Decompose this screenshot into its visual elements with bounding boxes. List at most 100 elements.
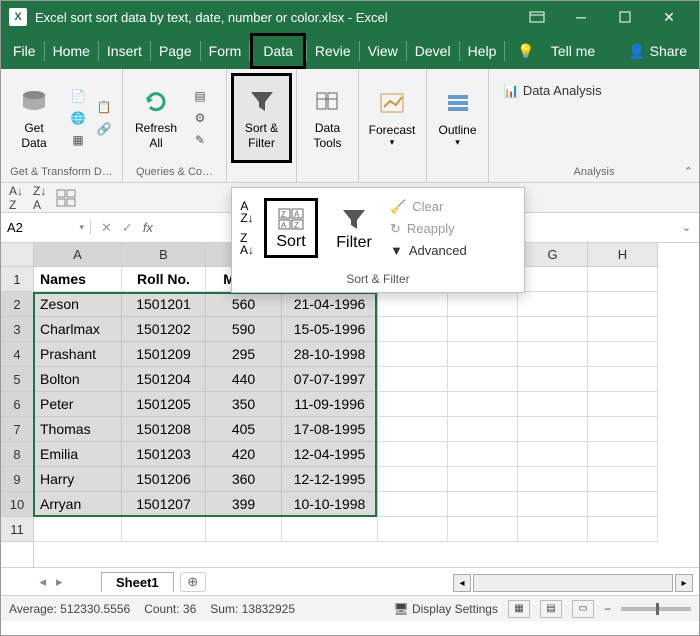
cell[interactable]: 420: [206, 442, 282, 467]
cell[interactable]: 350: [206, 392, 282, 417]
menu-insert[interactable]: Insert: [99, 33, 150, 69]
row-header[interactable]: 8: [1, 442, 33, 467]
cell[interactable]: 1501209: [122, 342, 206, 367]
page-layout-icon[interactable]: ▤: [540, 600, 562, 618]
existing-conn-icon[interactable]: 🔗: [95, 120, 113, 138]
column-header[interactable]: G: [518, 243, 588, 267]
cell[interactable]: 360: [206, 467, 282, 492]
recent-sources-icon[interactable]: 📋: [95, 98, 113, 116]
cell[interactable]: 28-10-1998: [282, 342, 378, 367]
lightbulb-icon[interactable]: 💡: [509, 33, 542, 69]
cell[interactable]: 1501206: [122, 467, 206, 492]
cell[interactable]: 590: [206, 317, 282, 342]
row-header[interactable]: 4: [1, 342, 33, 367]
cell[interactable]: Prashant: [34, 342, 122, 367]
expand-formula-icon[interactable]: ⌄: [682, 221, 699, 234]
cell[interactable]: 07-07-1997: [282, 367, 378, 392]
cell[interactable]: Thomas: [34, 417, 122, 442]
normal-view-icon[interactable]: ▦: [508, 600, 530, 618]
column-header[interactable]: H: [588, 243, 658, 267]
data-analysis-button[interactable]: 📊 Data Analysis: [493, 77, 612, 105]
outline-button[interactable]: Outline▾: [431, 75, 484, 161]
cell[interactable]: Arryan: [34, 492, 122, 517]
cell[interactable]: 1501208: [122, 417, 206, 442]
cell[interactable]: 21-04-1996: [282, 292, 378, 317]
cell[interactable]: Emilia: [34, 442, 122, 467]
data-tools-button[interactable]: Data Tools: [301, 75, 354, 161]
row-header[interactable]: 10: [1, 492, 33, 517]
menu-home[interactable]: Home: [45, 33, 98, 69]
menu-tellme[interactable]: Tell me: [543, 33, 603, 69]
ribbon-options-icon[interactable]: [515, 1, 559, 33]
add-sheet-button[interactable]: ⊕: [180, 572, 206, 592]
cell[interactable]: 399: [206, 492, 282, 517]
cell[interactable]: 17-08-1995: [282, 417, 378, 442]
menu-data[interactable]: Data: [250, 33, 306, 69]
from-text-icon[interactable]: 📄: [69, 87, 87, 105]
row-header[interactable]: 6: [1, 392, 33, 417]
maximize-button[interactable]: [603, 1, 647, 33]
tab-prev-icon[interactable]: ◂: [39, 574, 46, 590]
row-header[interactable]: 11: [1, 517, 33, 542]
cell[interactable]: Zeson: [34, 292, 122, 317]
refresh-all-button[interactable]: Refresh All: [127, 75, 185, 161]
cell[interactable]: Bolton: [34, 367, 122, 392]
cell[interactable]: 10-10-1998: [282, 492, 378, 517]
clear-filter-button[interactable]: 🧹Clear: [390, 199, 467, 215]
cell-header[interactable]: Roll No.: [122, 267, 206, 292]
tab-next-icon[interactable]: ▸: [56, 574, 63, 590]
cell[interactable]: 12-04-1995: [282, 442, 378, 467]
menu-form[interactable]: Form: [201, 33, 250, 69]
filter-button[interactable]: Filter: [326, 200, 382, 256]
cell[interactable]: 11-09-1996: [282, 392, 378, 417]
name-box[interactable]: A2▾: [1, 220, 91, 235]
forecast-button[interactable]: Forecast▾: [363, 75, 421, 161]
row-header[interactable]: 9: [1, 467, 33, 492]
cell[interactable]: 1501207: [122, 492, 206, 517]
scroll-left-icon[interactable]: ◂: [453, 574, 471, 592]
row-header[interactable]: 7: [1, 417, 33, 442]
queries-icon[interactable]: ▤: [191, 87, 209, 105]
minimize-button[interactable]: ─: [559, 1, 603, 33]
cell[interactable]: Harry: [34, 467, 122, 492]
column-header[interactable]: A: [34, 243, 122, 267]
edit-links-icon[interactable]: ✎: [191, 131, 209, 149]
row-header[interactable]: 1: [1, 267, 33, 292]
cell-header[interactable]: Names: [34, 267, 122, 292]
sort-desc-small-icon[interactable]: Z↓A: [33, 184, 46, 212]
row-header[interactable]: 5: [1, 367, 33, 392]
row-header[interactable]: 2: [1, 292, 33, 317]
cell[interactable]: 12-12-1995: [282, 467, 378, 492]
advanced-filter-button[interactable]: ▼Advanced: [390, 243, 467, 258]
cell[interactable]: 295: [206, 342, 282, 367]
custom-sort-button[interactable]: ZAAZ Sort: [264, 198, 318, 258]
menu-file[interactable]: File: [5, 33, 44, 69]
zoom-out-button[interactable]: −: [604, 602, 611, 616]
cell[interactable]: 1501203: [122, 442, 206, 467]
cell[interactable]: 1501204: [122, 367, 206, 392]
row-header[interactable]: 3: [1, 317, 33, 342]
reapply-filter-button[interactable]: ↻Reapply: [390, 221, 467, 237]
sheet-tab[interactable]: Sheet1: [101, 572, 174, 592]
zoom-slider[interactable]: [621, 607, 691, 611]
cell[interactable]: 560: [206, 292, 282, 317]
horizontal-scrollbar[interactable]: ◂ ▸: [453, 574, 693, 592]
accept-formula-icon[interactable]: ✓: [122, 220, 133, 236]
from-web-icon[interactable]: 🌐: [69, 109, 87, 127]
cancel-formula-icon[interactable]: ✕: [101, 220, 112, 236]
sort-desc-icon[interactable]: ZA↓: [240, 232, 254, 256]
page-break-icon[interactable]: ▭: [572, 600, 594, 618]
menu-devel[interactable]: Devel: [407, 33, 459, 69]
sort-asc-icon[interactable]: AZ↓: [240, 200, 253, 224]
fx-icon[interactable]: fx: [143, 220, 153, 236]
sort-asc-small-icon[interactable]: A↓Z: [9, 184, 23, 212]
cell[interactable]: 15-05-1996: [282, 317, 378, 342]
share-button[interactable]: 👤Share: [628, 43, 695, 60]
close-button[interactable]: ✕: [647, 1, 691, 33]
menu-help[interactable]: Help: [460, 33, 505, 69]
scroll-right-icon[interactable]: ▸: [675, 574, 693, 592]
menu-review[interactable]: Revie: [307, 33, 359, 69]
cell[interactable]: 1501205: [122, 392, 206, 417]
menu-view[interactable]: View: [360, 33, 406, 69]
properties-icon[interactable]: ⚙: [191, 109, 209, 127]
